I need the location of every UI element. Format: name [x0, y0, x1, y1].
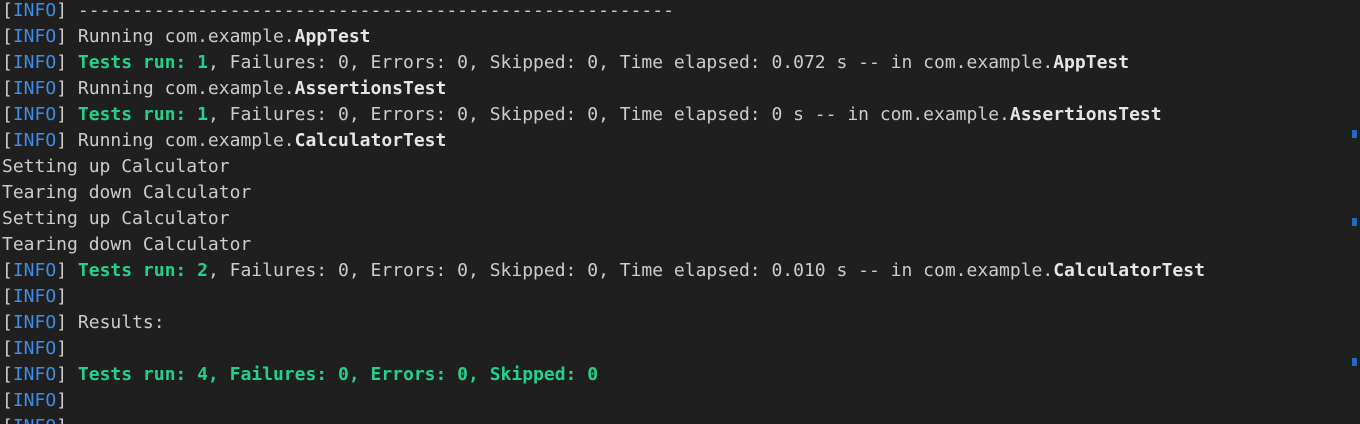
line-text: [ [2, 364, 13, 385]
line-text: , Failures: 0, Errors: 0, Skipped: 0, Ti… [207, 260, 1054, 281]
line-text: [ [2, 260, 13, 281]
scroll-marker [1352, 218, 1357, 226]
terminal-line: [INFO] Tests run: 2, Failures: 0, Errors… [2, 258, 1205, 284]
terminal-line: [INFO] ---------------------------------… [2, 0, 1205, 24]
scroll-marker [1352, 358, 1357, 366]
log-level-tag: INFO [12, 286, 57, 307]
line-text: ----------------------------------------… [77, 0, 674, 21]
line-text: , Failures: 0, Errors: 0, Skipped: 0, Ti… [207, 52, 1054, 73]
line-text: Tearing down Calculator [2, 182, 252, 203]
line-text: Setting up Calculator [2, 208, 230, 229]
line-text: [ [2, 26, 13, 47]
log-level-tag: INFO [12, 52, 57, 73]
line-text: Tests run: 4, Failures: 0, Errors: 0, Sk… [77, 364, 599, 385]
line-text: Results: [77, 312, 165, 333]
line-text: Tests run: 2 [77, 260, 208, 281]
line-text: [ [2, 104, 13, 125]
line-text: Tests run: 1 [77, 104, 208, 125]
line-text: [ [2, 416, 13, 424]
log-level-tag: INFO [12, 338, 57, 359]
line-text: Running com.example. [77, 130, 295, 151]
terminal-line: [INFO] Results: [2, 310, 1205, 336]
line-text: ] [56, 312, 78, 333]
terminal-line: [INFO] Running com.example.AssertionsTes… [2, 76, 1205, 102]
line-text: [ [2, 390, 13, 411]
line-text: ] [56, 26, 78, 47]
line-text: ] [56, 260, 78, 281]
line-text: [ [2, 78, 13, 99]
terminal-line: [INFO] Running com.example.AppTest [2, 24, 1205, 50]
log-level-tag: INFO [13, 416, 56, 424]
line-text: Tests run: 1 [77, 52, 208, 73]
line-text: [ [2, 0, 13, 21]
terminal-line: [INFO] Running com.example.CalculatorTes… [2, 128, 1205, 154]
line-text: Setting up Calculator [2, 156, 230, 177]
line-text: Tearing down Calculator [2, 234, 252, 255]
line-text: ] [56, 130, 78, 151]
log-level-tag: INFO [12, 78, 57, 99]
scroll-marker [1352, 130, 1357, 138]
line-text: Running com.example. [77, 78, 295, 99]
log-level-tag: INFO [12, 390, 57, 411]
terminal-line: [INFO] [2, 284, 1205, 310]
terminal-line: Setting up Calculator [2, 154, 1205, 180]
line-text: ] [56, 52, 78, 73]
line-text: [ [2, 130, 13, 151]
log-level-tag: INFO [12, 364, 57, 385]
log-level-tag: INFO [12, 312, 57, 333]
terminal-line: Setting up Calculator [2, 206, 1205, 232]
terminal-line: [INFO] Tests run: 1, Failures: 0, Errors… [2, 50, 1205, 76]
log-level-tag: INFO [12, 104, 57, 125]
log-level-tag: INFO [12, 26, 57, 47]
terminal-scrollbar[interactable] [1346, 0, 1360, 424]
line-text: ] [56, 338, 68, 359]
terminal-line: [INFO] Tests run: 1, Failures: 0, Errors… [2, 102, 1205, 128]
log-level-tag: INFO [12, 260, 57, 281]
terminal-line: [INFO] [2, 388, 1205, 414]
line-text: [ [2, 338, 13, 359]
terminal-lines: [INFO] ---------------------------------… [2, 0, 1205, 424]
line-text: ] [56, 364, 78, 385]
line-text: CalculatorTest [1053, 260, 1205, 281]
line-text: [ [2, 286, 13, 307]
line-text: AppTest [294, 26, 371, 47]
terminal-line: [INFO] [2, 336, 1205, 362]
line-text: CalculatorTest [294, 130, 447, 151]
line-text: ] [56, 104, 78, 125]
line-text: ] [56, 0, 78, 21]
line-text: Running com.example. [77, 26, 295, 47]
line-text: AppTest [1053, 52, 1130, 73]
line-text: ] [56, 390, 68, 411]
line-text: AssertionsTest [1009, 104, 1162, 125]
terminal-line: Tearing down Calculator [2, 232, 1205, 258]
line-text: [ [2, 52, 13, 73]
line-text: , Failures: 0, Errors: 0, Skipped: 0, Ti… [207, 104, 1010, 125]
terminal-line: [INFO] [2, 414, 1205, 424]
terminal-line: [INFO] Tests run: 4, Failures: 0, Errors… [2, 362, 1205, 388]
line-text: ] [56, 416, 67, 424]
terminal-output[interactable]: [INFO] ---------------------------------… [0, 0, 1360, 424]
line-text: AssertionsTest [294, 78, 447, 99]
log-level-tag: INFO [12, 0, 57, 21]
log-level-tag: INFO [12, 130, 57, 151]
line-text: [ [2, 312, 13, 333]
terminal-line: Tearing down Calculator [2, 180, 1205, 206]
line-text: ] [56, 286, 68, 307]
line-text: ] [56, 78, 78, 99]
